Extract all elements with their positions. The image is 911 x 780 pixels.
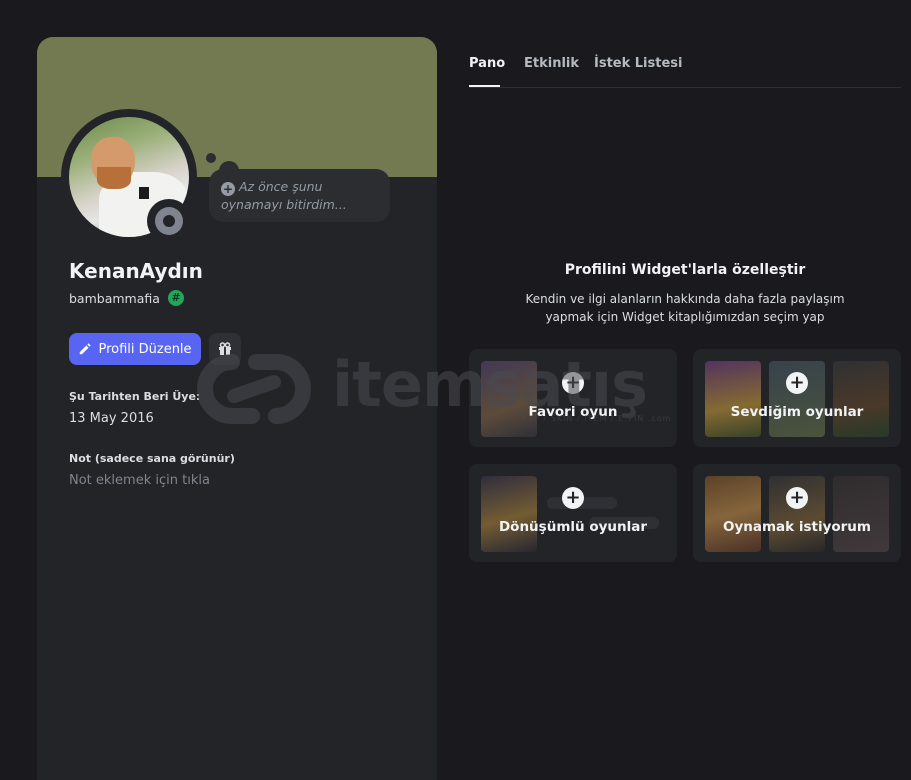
- widget-label: Dönüşümlü oyunlar: [498, 519, 648, 535]
- game-thumbnail: [705, 476, 761, 552]
- widget-label: Favori oyun: [528, 404, 618, 420]
- member-since-label: Şu Tarihten Beri Üye:: [69, 390, 201, 403]
- profile-card: + Az önce şunu oynamayı bitirdim... Kenan…: [37, 37, 437, 780]
- bubble-dot: [206, 153, 216, 163]
- tab-pano[interactable]: Pano: [469, 56, 505, 71]
- game-thumbnail: [833, 361, 889, 437]
- note-input[interactable]: Not eklemek için tıkla: [69, 473, 210, 488]
- game-thumbnail: [481, 361, 537, 437]
- widget-favorite-game[interactable]: + Favori oyun: [469, 349, 677, 447]
- plus-icon: +: [786, 487, 808, 509]
- widget-label: Oynamak istiyorum: [722, 519, 871, 535]
- pencil-icon: [80, 343, 92, 355]
- widget-label: Sevdiğim oyunlar: [730, 404, 864, 420]
- active-tab-indicator: [469, 85, 500, 87]
- hashtag-badge-icon[interactable]: #: [167, 290, 184, 306]
- plus-icon: +: [562, 372, 584, 394]
- status-offline-icon: [155, 207, 183, 235]
- widget-rotating-games[interactable]: + Dönüşümlü oyunlar: [469, 464, 677, 562]
- game-thumbnail: [481, 476, 537, 552]
- username: bambammafia: [69, 290, 160, 306]
- edit-profile-label: Profili Düzenle: [98, 341, 192, 357]
- game-thumbnail: [833, 476, 889, 552]
- widgets-promo-title: Profilini Widget'larla özelleştir: [564, 262, 806, 278]
- widget-loved-games[interactable]: + Sevdiğim oyunlar: [693, 349, 901, 447]
- display-name: KenanAydın: [69, 259, 203, 283]
- plus-icon: +: [562, 487, 584, 509]
- activity-bubble[interactable]: + Az önce şunu oynamayı bitirdim...: [209, 169, 390, 222]
- plus-icon: +: [786, 372, 808, 394]
- widget-want-to-play[interactable]: + Oynamak istiyorum: [693, 464, 901, 562]
- edit-profile-button[interactable]: Profili Düzenle: [69, 333, 201, 365]
- activity-bubble-text: Az önce şunu oynamayı bitirdim...: [221, 179, 347, 212]
- profile-tabs: Pano Etkinlik İstek Listesi: [469, 0, 901, 88]
- gift-icon: [219, 342, 231, 355]
- tab-etkinlik[interactable]: Etkinlik: [524, 56, 579, 71]
- username-row: bambammafia #: [69, 290, 184, 306]
- member-since-value: 13 May 2016: [69, 411, 154, 426]
- note-label: Not (sadece sana görünür): [69, 452, 235, 465]
- widgets-promo-description: Kendin ve ilgi alanların hakkında daha f…: [525, 292, 845, 324]
- tab-wishlist[interactable]: İstek Listesi: [594, 56, 682, 71]
- plus-circle-icon: +: [221, 182, 235, 196]
- wishlist-button[interactable]: [209, 333, 241, 365]
- game-thumbnail: [705, 361, 761, 437]
